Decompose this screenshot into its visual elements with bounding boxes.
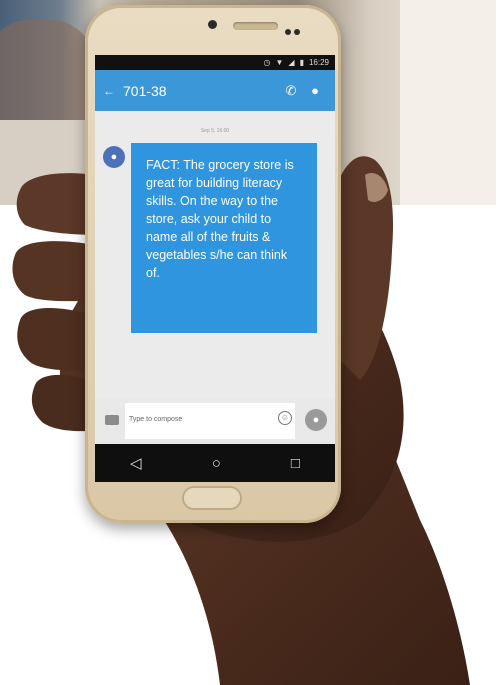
emoji-icon[interactable]: ☺ — [278, 411, 292, 425]
conversation-title: 701-38 — [123, 82, 167, 99]
signal-icon: ◢ — [288, 58, 295, 67]
android-nav-bar: ◁ ○ □ — [95, 444, 335, 482]
recents-square-icon[interactable]: □ — [291, 455, 300, 472]
front-camera — [208, 20, 217, 29]
compose-input[interactable]: Type to compose — [125, 403, 295, 439]
battery-icon: ▮ — [299, 58, 304, 67]
phone-screen: ◷ ▼ ◢ ▮ 16:29 ← 701-38 ✆ ● Sep 5, 16:00 … — [95, 55, 335, 482]
sensor-dots — [285, 22, 305, 35]
app-bar: ← 701-38 ✆ ● — [95, 70, 335, 111]
message-date: Sep 5, 16:00 — [200, 128, 230, 134]
wifi-icon: ▼ — [275, 58, 284, 67]
back-arrow-icon[interactable]: ← — [103, 84, 123, 98]
home-button[interactable] — [182, 486, 242, 510]
keyboard-icon[interactable] — [105, 415, 119, 425]
alarm-icon: ◷ — [263, 58, 271, 67]
status-time: 16:29 — [308, 58, 329, 67]
earpiece-speaker — [233, 22, 278, 30]
compose-placeholder: Type to compose — [129, 416, 183, 423]
back-triangle-icon[interactable]: ◁ — [130, 454, 142, 472]
send-icon[interactable]: ● — [305, 409, 327, 431]
compose-bar: Type to compose ☺ ● — [95, 398, 335, 444]
contact-avatar-icon[interactable]: ● — [103, 146, 125, 168]
person-icon[interactable]: ● — [303, 83, 327, 98]
home-circle-icon[interactable]: ○ — [212, 455, 221, 472]
message-bubble[interactable]: FACT: The grocery store is great for bui… — [131, 143, 317, 333]
phone-icon[interactable]: ✆ — [279, 83, 303, 99]
status-bar: ◷ ▼ ◢ ▮ 16:29 — [95, 55, 335, 70]
